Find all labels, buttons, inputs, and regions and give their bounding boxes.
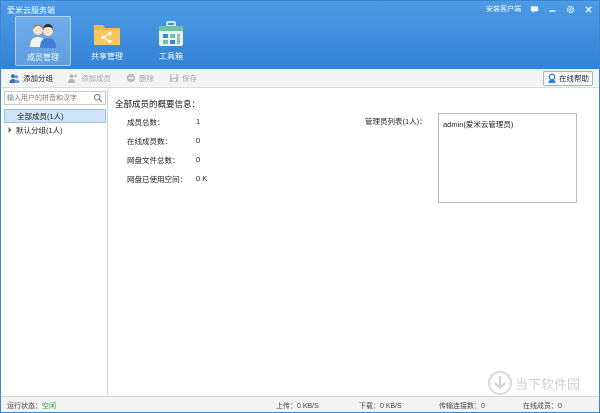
run-status-label: 运行状态： [7,403,42,410]
share-folder-icon [94,25,120,45]
delete-icon [125,73,136,84]
online-help-icon [548,73,556,83]
tree-item-label: 全部成员(1人) [17,111,64,121]
delete-button[interactable]: 删除 [125,73,154,84]
online-members: 在线成员：0 [523,401,562,411]
close-icon[interactable] [583,4,593,14]
toolbar: 添加分组 添加成员 删除 保存 在线帮助 [1,69,599,88]
settings-gear-icon[interactable] [565,4,575,14]
expand-arrow-icon[interactable] [7,126,13,134]
watermark: 当下软件园 [488,371,580,395]
add-member-button[interactable]: 添加成员 [67,73,111,84]
status-bar: 运行状态：空闲 上传：0 KB/S 下载：0 KB/S 传输连接数：0 在线成员… [1,396,599,412]
toolbox-icon [159,21,183,46]
search-input[interactable] [5,92,93,104]
app-window: 爱米云服务端 安装客户端 成员管理 共享管理 工具箱 添加分组 添加成员 删除 … [0,0,600,413]
tree-item-label: 默认分组(1人) [16,125,63,135]
nav-label-toolbox: 工具箱 [159,52,183,61]
download-label: 下载： [359,403,380,410]
header-bar: 爱米云服务端 安装客户端 成员管理 共享管理 工具箱 [1,1,599,69]
add-member-label: 添加成员 [81,73,111,83]
save-button[interactable]: 保存 [168,73,197,84]
stat-value-total: 1 [196,117,201,126]
online-value: 0 [558,403,562,410]
conn-label: 传输连接数： [439,403,481,410]
tree-item-all-members[interactable]: 全部成员(1人) [4,109,106,123]
run-status-value: 空闲 [42,403,56,410]
save-label: 保存 [182,73,197,83]
online-help-label: 在线帮助 [559,74,589,83]
nav-label-share: 共享管理 [91,52,123,61]
upload-label: 上传： [276,403,297,410]
watermark-text: 当下软件园 [515,377,581,393]
upload-value: 0 KB/S [297,403,319,410]
nav-item-toolbox[interactable]: 工具箱 [143,16,199,66]
members-icon [30,24,56,48]
section-title: 全部成员的概要信息： [115,99,201,109]
window-controls: 安装客户端 [486,4,593,14]
connection-count: 传输连接数：0 [439,401,485,411]
stat-label-space: 网盘已使用空间： [127,175,187,184]
main-nav: 成员管理 共享管理 工具箱 [15,16,207,66]
add-group-label: 添加分组 [23,73,53,83]
stat-label-online: 在线成员数： [127,137,172,146]
conn-value: 0 [481,403,485,410]
tree-item-default-group[interactable]: 默认分组(1人) [4,123,106,137]
online-label: 在线成员： [523,403,558,410]
install-client-link[interactable]: 安装客户端 [486,4,521,14]
nav-label-members: 成员管理 [27,53,59,62]
admin-list-item[interactable]: admin(爱米云管理员) [443,119,572,130]
download-speed: 下载：0 KB/S [359,401,402,411]
message-icon[interactable] [529,4,539,14]
search-box [4,91,106,105]
admin-list-label: 管理员列表(1人)： [365,117,427,126]
delete-label: 删除 [139,73,154,83]
admin-list: admin(爱米云管理员) [438,113,577,203]
add-member-icon [67,73,78,84]
nav-item-members[interactable]: 成员管理 [15,16,71,66]
stat-label-total: 成员总数： [127,118,165,127]
minimize-icon[interactable] [547,4,557,14]
summary-panel: 全部成员的概要信息： 成员总数： 1 在线成员数： 0 网盘文件总数： 0 网盘… [109,89,599,396]
add-group-icon [9,73,20,84]
download-value: 0 KB/S [380,403,402,410]
stat-value-files: 0 [196,155,201,164]
sidebar: 全部成员(1人) 默认分组(1人) [1,89,108,396]
search-icon[interactable] [93,93,103,103]
stat-value-space: 0 K [196,174,208,183]
upload-speed: 上传：0 KB/S [276,401,319,411]
run-status: 运行状态：空闲 [7,401,56,411]
save-icon [168,73,179,84]
stat-label-files: 网盘文件总数： [127,156,180,165]
nav-item-share[interactable]: 共享管理 [79,16,135,66]
app-title: 爱米云服务端 [7,6,55,15]
watermark-logo-icon [488,371,512,395]
group-tree: 全部成员(1人) 默认分组(1人) [4,109,106,137]
add-group-button[interactable]: 添加分组 [9,73,53,84]
online-help-button[interactable]: 在线帮助 [543,71,593,86]
stat-value-online: 0 [196,136,201,145]
